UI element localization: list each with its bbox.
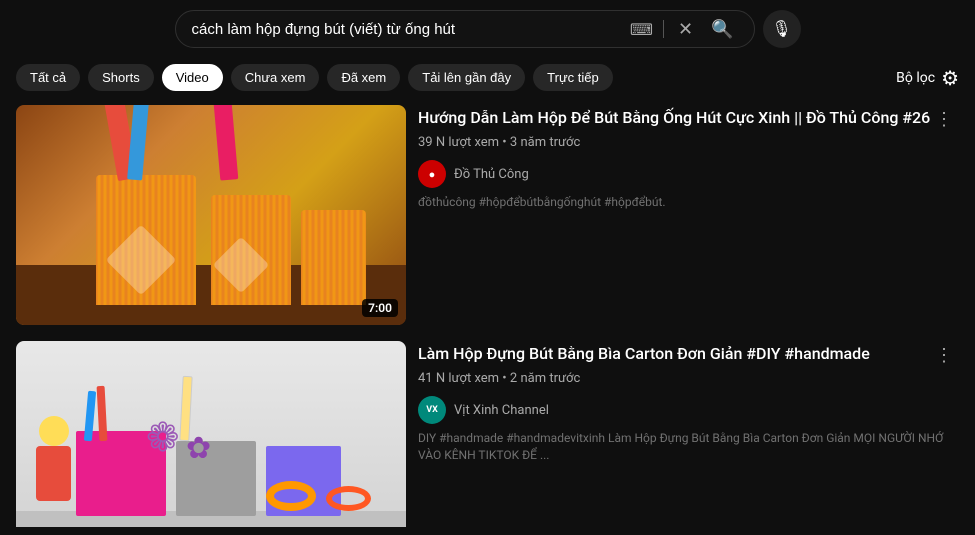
tab-tat-ca[interactable]: Tất cả [16, 64, 80, 91]
video-info-2: Làm Hộp Đựng Bút Bằng Bìa Carton Đơn Giả… [418, 341, 959, 527]
search-icons: ⌨ ✕ 🔍 [630, 15, 738, 44]
search-bar-area: ⌨ ✕ 🔍 🎙 [0, 0, 975, 58]
filter-label: Bộ lọc [896, 70, 935, 86]
more-button-1[interactable]: ⋮ [929, 107, 959, 132]
keyboard-icon: ⌨ [630, 20, 653, 39]
thumbnail-2[interactable]: ❁ ✿ 0:39 [16, 341, 406, 527]
filter-tabs: Tất cả Shorts Video Chưa xem Đã xem Tải … [0, 58, 975, 97]
channel-avatar-1: ● [418, 160, 446, 188]
channel-row-1: ● Đồ Thủ Công [418, 160, 959, 188]
video-item-2: ❁ ✿ 0:39 Làm Hộp Đựng Bút Bằng Bìa Carto… [16, 341, 959, 527]
tab-shorts[interactable]: Shorts [88, 64, 154, 91]
clear-button[interactable]: ✕ [674, 15, 697, 44]
search-input[interactable] [192, 21, 630, 38]
tab-da-xem[interactable]: Đã xem [327, 64, 400, 91]
tab-chua-xem[interactable]: Chưa xem [231, 64, 320, 91]
video-title-2[interactable]: Làm Hộp Đựng Bút Bằng Bìa Carton Đơn Giả… [418, 343, 959, 365]
video-title-1[interactable]: Hướng Dẫn Làm Hộp Để Bút Bằng Ống Hút Cự… [418, 107, 959, 129]
filter-icon: ⚙ [941, 66, 959, 90]
divider [663, 20, 664, 38]
close-icon: ✕ [678, 19, 693, 40]
mic-button[interactable]: 🎙 [763, 10, 801, 48]
thumbnail-1[interactable]: 7:00 [16, 105, 406, 325]
video-description-1: đồthủcông #hộpđểbútbằngốnghút #hộpđểbút. [418, 194, 959, 211]
videos-container: 7:00 Hướng Dẫn Làm Hộp Để Bút Bằng Ống H… [0, 97, 975, 527]
video-meta-1: 39 N lượt xem • 3 năm trước [418, 135, 959, 150]
video-description-2: DIY #handmade #handmadevitxinh Làm Hộp Đ… [418, 430, 959, 464]
tab-video[interactable]: Video [162, 64, 223, 91]
search-container: ⌨ ✕ 🔍 [175, 10, 755, 48]
tab-truc-tiep[interactable]: Trực tiếp [533, 64, 613, 91]
video-meta-2: 41 N lượt xem • 2 năm trước [418, 371, 959, 386]
tab-tai-len[interactable]: Tải lên gần đây [408, 64, 525, 91]
video-item: 7:00 Hướng Dẫn Làm Hộp Để Bút Bằng Ống H… [16, 105, 959, 325]
channel-avatar-2: VX [418, 396, 446, 424]
filter-button[interactable]: Bộ lọc ⚙ [896, 66, 959, 90]
channel-row-2: VX Vịt Xinh Channel [418, 396, 959, 424]
search-button[interactable]: 🔍 [707, 15, 737, 44]
search-icon: 🔍 [711, 19, 733, 40]
duration-badge-1: 7:00 [362, 299, 398, 317]
channel-name-1[interactable]: Đồ Thủ Công [454, 167, 529, 182]
video-info-1: Hướng Dẫn Làm Hộp Để Bút Bằng Ống Hút Cự… [418, 105, 959, 325]
mic-icon: 🎙 [771, 19, 791, 39]
channel-name-2[interactable]: Vịt Xinh Channel [454, 403, 549, 418]
more-button-2[interactable]: ⋮ [929, 343, 959, 368]
